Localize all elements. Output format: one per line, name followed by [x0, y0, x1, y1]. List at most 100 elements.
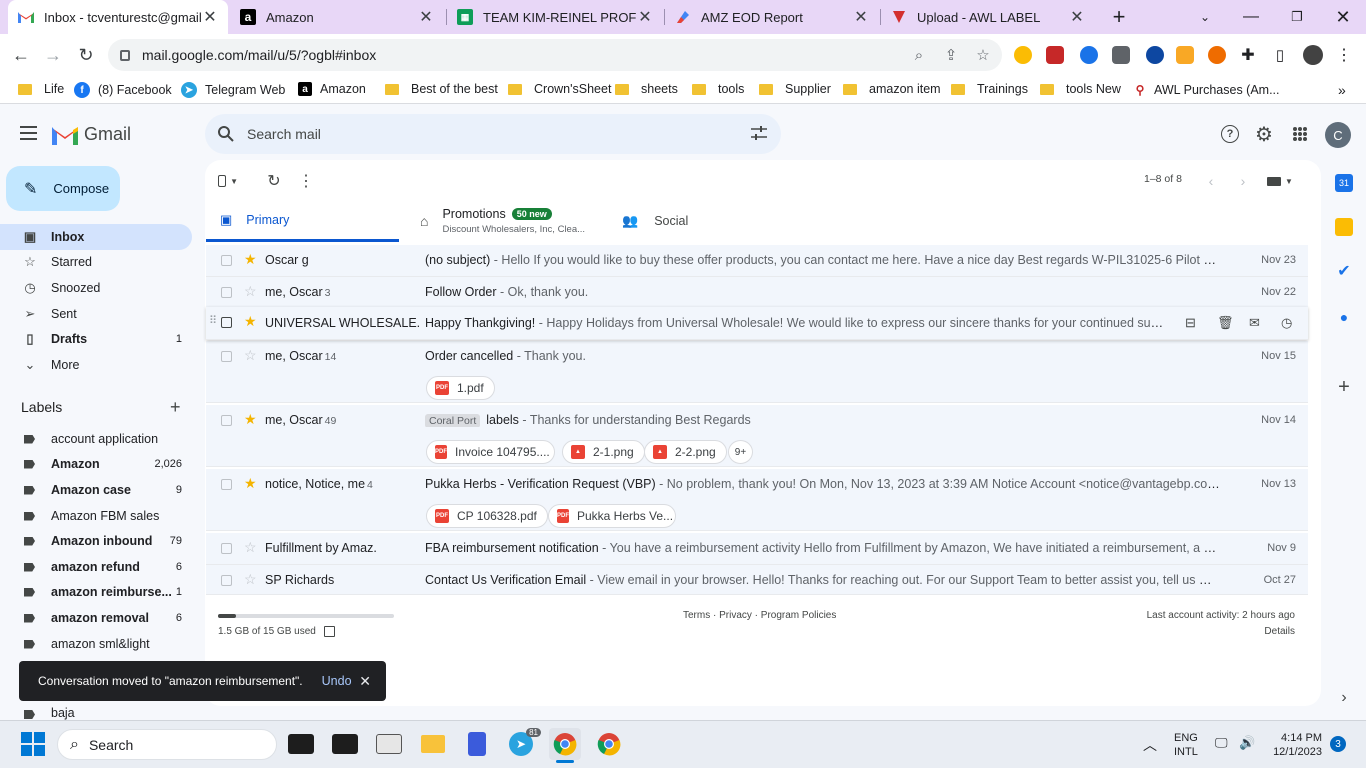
reload-button[interactable]: ↻: [71, 40, 101, 70]
open-storage-external-icon[interactable]: [323, 626, 335, 637]
side-panel-icon[interactable]: ▯: [1269, 44, 1291, 66]
tab-amz-eod-report[interactable]: AMZ EOD Report ✕: [665, 0, 879, 34]
tab-search-chevron-icon[interactable]: ⌄: [1182, 0, 1228, 34]
extension-4-icon[interactable]: [1146, 46, 1164, 64]
taskbar-app-3-icon[interactable]: [373, 728, 405, 760]
language-indicator[interactable]: ENG INTL: [1174, 731, 1198, 759]
extension-6-icon[interactable]: [1208, 46, 1226, 64]
undo-button[interactable]: Undo: [322, 674, 352, 688]
email-row[interactable]: ☆ me, Oscar 3 Follow Order - Ok, thank yo…: [206, 277, 1308, 309]
back-button[interactable]: ←: [6, 40, 36, 70]
tab-team-profit-sheet[interactable]: ▦ TEAM KIM-REINEL PROFIT S ✕: [447, 0, 663, 34]
add-addon-plus-icon[interactable]: +: [1335, 376, 1353, 398]
tab-awl-upload[interactable]: Upload - AWL LABEL ✕: [881, 0, 1095, 34]
contacts-icon[interactable]: ●: [1335, 308, 1353, 326]
label-item-amazon-reimbursement[interactable]: amazon reimburse... 1: [0, 579, 192, 605]
more-actions-icon[interactable]: ⋮: [296, 171, 316, 191]
star-icon[interactable]: ☆: [244, 539, 257, 556]
taskbar-search-box[interactable]: ⌕ Search: [57, 729, 277, 760]
tab-social[interactable]: 👥 Social: [600, 200, 790, 242]
close-icon[interactable]: ✕: [418, 7, 434, 27]
label-item-amazon-case[interactable]: Amazon case 9: [0, 477, 192, 503]
more-attachments-badge[interactable]: 9+: [728, 440, 753, 464]
star-icon[interactable]: ☆: [244, 571, 257, 588]
row-checkbox[interactable]: [221, 351, 232, 362]
profile-avatar[interactable]: [1303, 45, 1323, 65]
tab-amazon[interactable]: a Amazon ✕: [230, 0, 444, 34]
label-item-amazon-removal[interactable]: amazon removal 6: [0, 605, 192, 631]
new-tab-button[interactable]: +: [1106, 4, 1132, 30]
bookmark-awl-purchases[interactable]: ⚲ AWL Purchases (Am...: [1134, 82, 1280, 98]
close-window-button[interactable]: ✕: [1320, 0, 1366, 34]
close-icon[interactable]: ✕: [359, 673, 371, 690]
bookmark-best-of-the-best[interactable]: Best of the best: [385, 82, 498, 96]
row-checkbox[interactable]: [221, 317, 232, 328]
select-all-checkbox[interactable]: ▼: [218, 171, 238, 191]
star-icon[interactable]: ★: [244, 411, 257, 428]
star-icon[interactable]: ★: [244, 251, 257, 268]
star-icon[interactable]: ☆: [244, 347, 257, 364]
extension-3-icon[interactable]: [1080, 46, 1098, 64]
label-item-amazon-fbm-sales[interactable]: Amazon FBM sales: [0, 503, 192, 529]
attachment-chip[interactable]: ▲ 2-1.png: [562, 440, 645, 464]
tab-gmail-inbox[interactable]: Inbox - tcventurestc@gmail. ✕: [8, 0, 228, 34]
sidebar-item-more[interactable]: ⌄ More: [0, 352, 192, 378]
star-icon[interactable]: ★: [244, 313, 257, 330]
google-apps-icon[interactable]: [1293, 127, 1307, 141]
bookmark-supplier[interactable]: Supplier: [759, 82, 831, 96]
network-icon[interactable]: 🖵: [1215, 735, 1228, 751]
address-bar[interactable]: mail.google.com/mail/u/5/?ogbl#inbox: [108, 39, 1002, 71]
close-icon[interactable]: ✕: [637, 7, 653, 27]
label-item-amazon-sml-light[interactable]: amazon sml&light: [0, 631, 192, 657]
extension-5-icon[interactable]: [1176, 46, 1194, 64]
star-icon[interactable]: ☆: [244, 283, 257, 300]
kebab-menu-icon[interactable]: ⋮: [1333, 44, 1355, 66]
bookmark-sheets[interactable]: sheets: [615, 82, 678, 96]
taskbar-app-2-icon[interactable]: [329, 728, 361, 760]
label-item-baja[interactable]: baja: [0, 706, 192, 720]
extension-2-icon[interactable]: [1046, 46, 1064, 64]
tab-promotions[interactable]: ⌂ Promotions 50 new Discount Wholesalers,…: [400, 200, 600, 242]
delete-trash-icon[interactable]: 🗑: [1217, 315, 1234, 331]
extension-off-icon[interactable]: [1112, 46, 1130, 64]
attachment-chip[interactable]: PDF Pukka Herbs Ve...: [548, 504, 676, 528]
show-side-panel-chevron-icon[interactable]: ›: [1335, 689, 1353, 707]
attachment-chip[interactable]: PDF 1.pdf: [426, 376, 495, 400]
label-item-amazon-inbound[interactable]: Amazon inbound 79: [0, 528, 192, 554]
main-menu-icon[interactable]: [20, 126, 37, 140]
zoom-icon[interactable]: ⌕: [908, 44, 930, 66]
label-chip[interactable]: Coral Port: [425, 414, 481, 427]
extension-1-icon[interactable]: [1014, 46, 1032, 64]
row-checkbox[interactable]: [221, 287, 232, 298]
close-icon[interactable]: ✕: [1069, 7, 1085, 27]
label-item-account-application[interactable]: account application: [0, 426, 192, 452]
row-checkbox[interactable]: [221, 575, 232, 586]
mark-read-envelope-icon[interactable]: ✉: [1249, 315, 1260, 331]
search-input[interactable]: Search mail: [247, 126, 321, 142]
label-item-amazon-refund[interactable]: amazon refund 6: [0, 554, 192, 580]
details-link[interactable]: Details: [1200, 626, 1295, 637]
add-label-plus-icon[interactable]: +: [170, 397, 181, 418]
bookmark-amazon-item[interactable]: amazon item: [843, 82, 941, 96]
newer-chevron-left-icon[interactable]: ‹: [1201, 171, 1221, 191]
email-row[interactable]: ☆ SP Richards Contact Us Verification Em…: [206, 565, 1308, 595]
show-hidden-icons-chevron-icon[interactable]: ︿: [1143, 735, 1157, 755]
chrome-profile-2-icon[interactable]: [593, 728, 625, 760]
file-explorer-icon[interactable]: [417, 728, 449, 760]
bookmark-amazon[interactable]: a Amazon: [298, 82, 366, 96]
calculator-icon[interactable]: [461, 728, 493, 760]
sidebar-item-drafts[interactable]: ▯ Drafts 1: [0, 326, 192, 352]
footer-links[interactable]: Terms · Privacy · Program Policies: [683, 610, 836, 621]
chrome-taskbar-icon-active[interactable]: [549, 728, 581, 760]
close-icon[interactable]: ✕: [202, 7, 218, 27]
bookmark-star-icon[interactable]: ☆: [972, 44, 994, 66]
telegram-taskbar-icon[interactable]: ➤ 81: [505, 728, 541, 760]
minimize-button[interactable]: —: [1228, 0, 1274, 34]
close-icon[interactable]: ✕: [853, 7, 869, 27]
gmail-logo[interactable]: Gmail: [52, 124, 131, 145]
attachment-chip[interactable]: PDF CP 106328.pdf: [426, 504, 548, 528]
email-row[interactable]: ☆ me, Oscar 14 Order cancelled - Thank yo…: [206, 341, 1308, 403]
search-options-icon[interactable]: [751, 126, 767, 143]
forward-button[interactable]: →: [38, 40, 68, 70]
bookmark-telegram[interactable]: ➤ Telegram Web: [181, 82, 285, 98]
